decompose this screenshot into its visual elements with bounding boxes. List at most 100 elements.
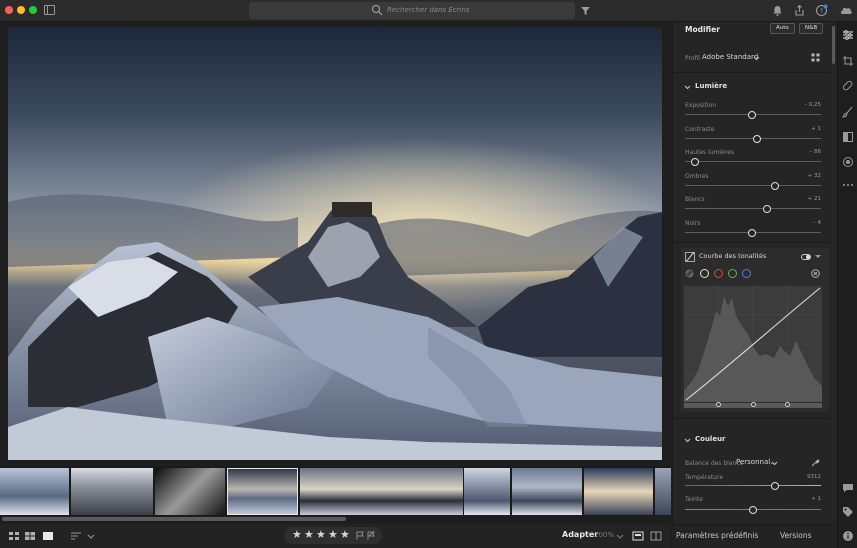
- single-view-icon[interactable]: [42, 530, 54, 542]
- parametric-curve-icon[interactable]: [685, 269, 694, 278]
- main-photo[interactable]: [8, 27, 662, 460]
- slider-value[interactable]: + 1: [781, 126, 821, 132]
- filmstrip-scrollbar[interactable]: [0, 516, 671, 522]
- help-icon[interactable]: ?: [815, 4, 828, 17]
- auto-button[interactable]: Auto: [770, 23, 795, 34]
- filmstrip-thumb[interactable]: [0, 468, 69, 515]
- midtones-split-handle[interactable]: [751, 402, 756, 407]
- black-white-button[interactable]: N&B: [799, 23, 824, 34]
- brush-icon[interactable]: [842, 106, 854, 118]
- light-slider[interactable]: [685, 134, 821, 143]
- shadows-split-handle[interactable]: [716, 402, 721, 407]
- chevron-down-icon[interactable]: [753, 55, 760, 62]
- profile-select[interactable]: Adobe Standard: [702, 53, 758, 61]
- filmstrip-thumb[interactable]: [155, 468, 225, 515]
- sort-icon[interactable]: [70, 530, 82, 542]
- sliders-icon[interactable]: [842, 29, 854, 41]
- filmstrip[interactable]: [0, 466, 671, 516]
- tab-versions[interactable]: Versions: [780, 531, 812, 540]
- light-slider[interactable]: [685, 228, 821, 237]
- chevron-down-icon[interactable]: [87, 530, 95, 542]
- point-curve-green-icon[interactable]: [728, 269, 737, 278]
- slider-knob[interactable]: [747, 111, 756, 119]
- star-1[interactable]: ★: [292, 528, 302, 541]
- temperature-slider-knob[interactable]: [770, 482, 779, 490]
- star-3[interactable]: ★: [316, 528, 326, 541]
- more-icon[interactable]: [842, 179, 854, 191]
- cloud-sync-icon[interactable]: [838, 4, 854, 17]
- tab-presets[interactable]: Paramètres prédéfinis: [676, 531, 758, 540]
- temperature-value[interactable]: 9312: [791, 474, 821, 480]
- maximize-window-button[interactable]: [29, 6, 37, 14]
- chevron-down-icon[interactable]: [684, 437, 691, 444]
- slider-knob[interactable]: [690, 158, 699, 166]
- chevron-down-icon[interactable]: [616, 530, 624, 542]
- search-bar[interactable]: [249, 2, 575, 19]
- filmstrip-thumb[interactable]: [584, 468, 653, 515]
- profile-browser-icon[interactable]: [811, 53, 820, 62]
- flag-pick-icon[interactable]: [356, 531, 364, 540]
- slider-value[interactable]: – 86: [781, 149, 822, 155]
- split-view-icon[interactable]: [650, 530, 662, 542]
- eyedropper-icon[interactable]: [811, 458, 820, 467]
- close-window-button[interactable]: [5, 6, 13, 14]
- gradient-icon[interactable]: [842, 131, 854, 143]
- minimize-window-button[interactable]: [17, 6, 25, 14]
- filmstrip-scrollbar-thumb[interactable]: [2, 517, 346, 521]
- chevron-down-icon[interactable]: [771, 460, 778, 467]
- caret-down-icon[interactable]: [815, 255, 821, 259]
- tint-value[interactable]: + 1: [791, 496, 821, 502]
- slider-knob[interactable]: [747, 228, 756, 237]
- fit-zoom-button[interactable]: Adapter: [562, 530, 598, 539]
- filmstrip-thumb[interactable]: [300, 468, 463, 515]
- filmstrip-thumb-selected[interactable]: [227, 468, 298, 515]
- color-section-title[interactable]: Couleur: [695, 435, 726, 443]
- chevron-down-icon[interactable]: [684, 84, 691, 91]
- filmstrip-thumb[interactable]: [464, 468, 510, 515]
- star-rating[interactable]: ★ ★ ★ ★ ★: [284, 527, 382, 544]
- compare-view-icon[interactable]: [632, 530, 644, 542]
- grid-view-icon[interactable]: [8, 530, 20, 542]
- slider-track[interactable]: [685, 184, 821, 186]
- point-curve-red-icon[interactable]: [714, 269, 723, 278]
- filter-icon[interactable]: [579, 4, 592, 17]
- radial-icon[interactable]: [842, 156, 854, 168]
- slider-knob[interactable]: [762, 205, 771, 213]
- slider-knob[interactable]: [753, 134, 762, 143]
- star-5[interactable]: ★: [340, 528, 350, 541]
- slider-value[interactable]: – 4: [781, 220, 821, 226]
- slider-value[interactable]: + 32: [781, 173, 821, 179]
- toggle-icon[interactable]: [801, 254, 811, 260]
- tone-curve-graph[interactable]: [684, 286, 822, 402]
- filmstrip-thumb[interactable]: [655, 468, 671, 515]
- healing-icon[interactable]: [842, 80, 854, 92]
- tint-slider-knob[interactable]: [749, 506, 757, 514]
- temperature-slider[interactable]: [685, 482, 821, 490]
- point-curve-white-icon[interactable]: [700, 269, 709, 278]
- light-slider[interactable]: [685, 111, 821, 119]
- zoom-level-button[interactable]: 100%: [594, 531, 614, 539]
- light-slider[interactable]: [685, 205, 821, 213]
- filmstrip-thumb[interactable]: [512, 468, 582, 515]
- notifications-icon[interactable]: [771, 4, 784, 17]
- flag-reject-icon[interactable]: [367, 531, 375, 540]
- share-icon[interactable]: [793, 4, 806, 17]
- curve-range-slider[interactable]: [684, 402, 822, 408]
- info-icon[interactable]: [842, 530, 854, 542]
- sidebar-toggle-icon[interactable]: [44, 5, 55, 15]
- slider-knob[interactable]: [770, 181, 779, 190]
- star-2[interactable]: ★: [304, 528, 314, 541]
- crop-icon[interactable]: [842, 55, 854, 67]
- highlights-split-handle[interactable]: [785, 402, 790, 407]
- slider-value[interactable]: – 0,25: [781, 102, 821, 108]
- reset-curve-icon[interactable]: [811, 269, 820, 278]
- tag-icon[interactable]: [842, 506, 854, 518]
- tint-slider[interactable]: [685, 506, 821, 514]
- light-section-title[interactable]: Lumière: [695, 82, 727, 90]
- slider-value[interactable]: + 21: [781, 196, 821, 202]
- light-slider[interactable]: [685, 158, 821, 166]
- slider-track[interactable]: [685, 161, 821, 162]
- panel-scrollbar-thumb[interactable]: [832, 26, 835, 64]
- square-grid-view-icon[interactable]: [24, 530, 36, 542]
- star-4[interactable]: ★: [328, 528, 338, 541]
